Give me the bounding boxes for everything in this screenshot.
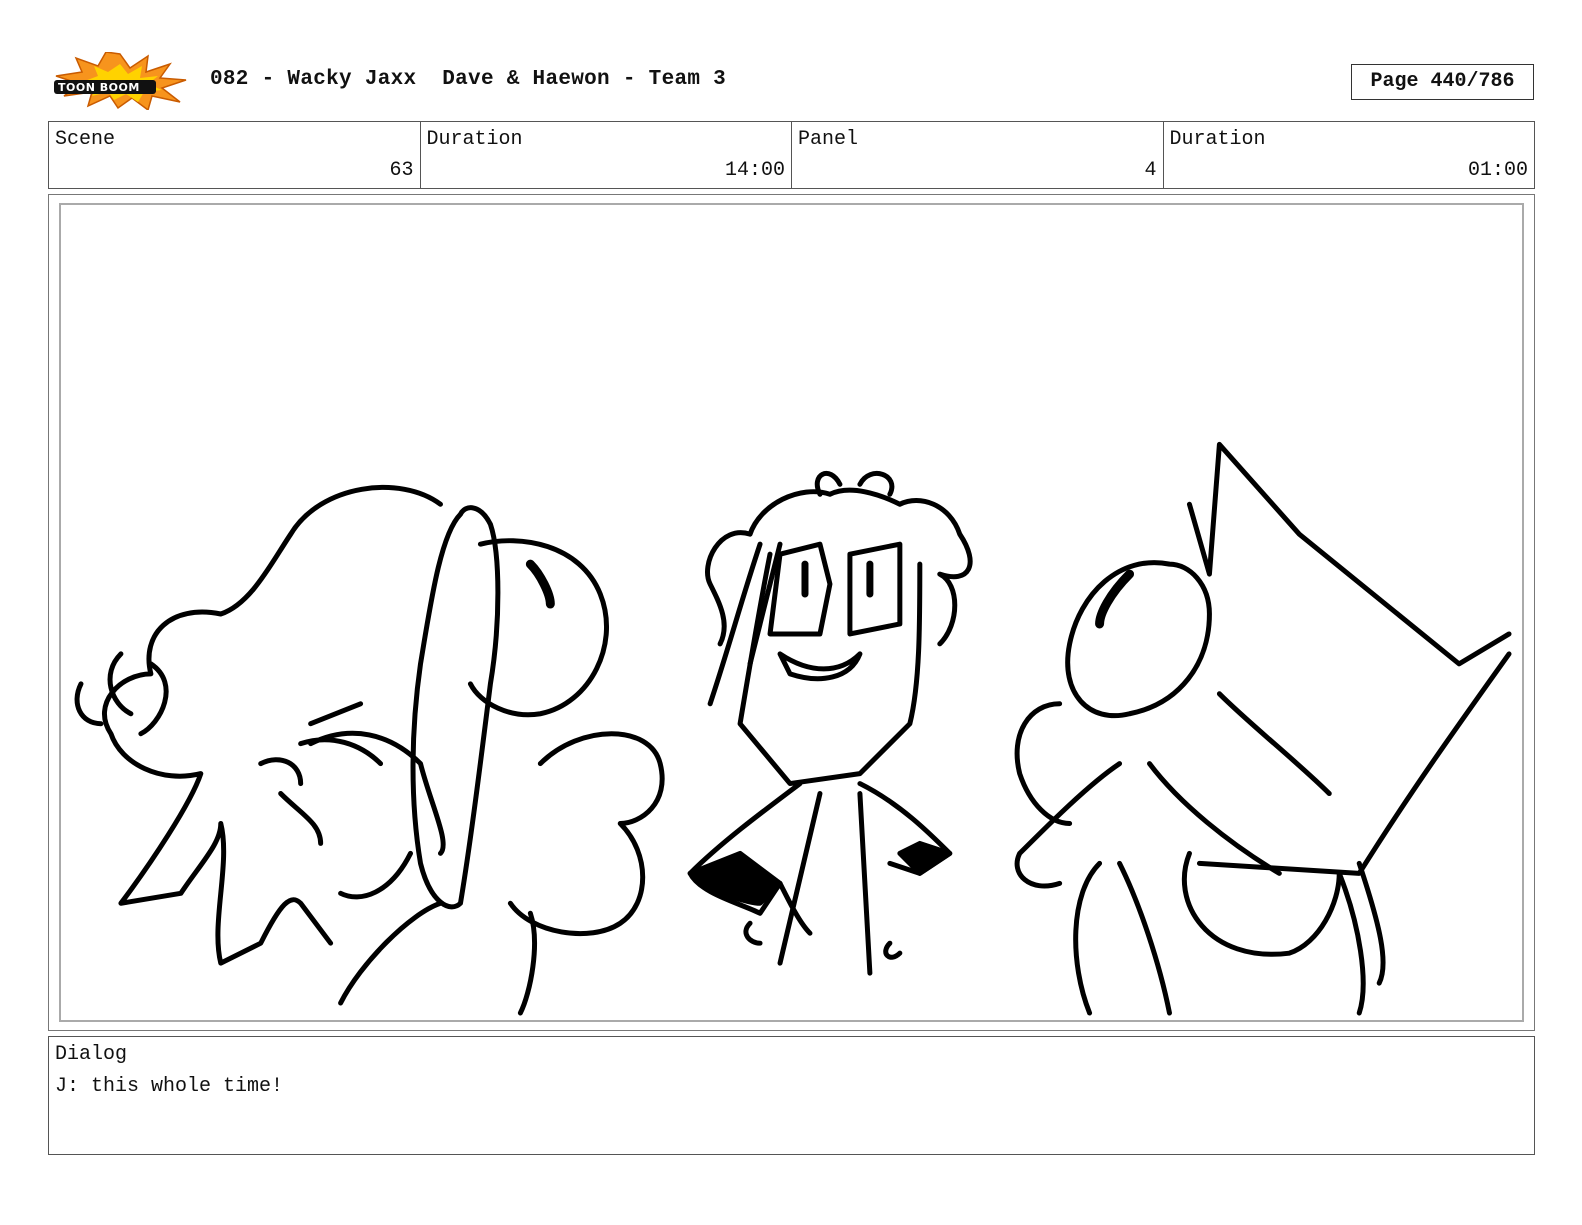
scene-info-row: Scene 63 Duration 14:00 Panel 4 Duration… [48, 121, 1535, 189]
panel-duration-value: 01:00 [1467, 159, 1528, 182]
panel-value: 4 [1144, 159, 1157, 182]
dialog-text: J: this whole time! [55, 1075, 284, 1098]
right-character-head [1065, 560, 1212, 719]
right-character-hat [1186, 441, 1512, 876]
panel-duration-cell: Duration 01:00 [1164, 122, 1535, 188]
panel-duration-label: Duration [1169, 128, 1266, 151]
dialog-box: Dialog J: this whole time! [48, 1036, 1535, 1155]
scene-duration-label: Duration [426, 128, 523, 151]
panel-cell: Panel 4 [792, 122, 1164, 188]
sketch-drawing [74, 441, 1512, 1016]
dialog-label: Dialog [55, 1043, 128, 1066]
logo-burst-icon: TOON BOOM [54, 51, 187, 112]
scene-duration-cell: Duration 14:00 [421, 122, 792, 188]
page-indicator: Page 440/786 [1351, 64, 1534, 100]
scene-cell: Scene 63 [49, 122, 421, 188]
storyboard-title: 082 - Wacky Jaxx Dave & Haewon - Team 3 [210, 68, 727, 91]
storyboard-panel-frame [48, 194, 1535, 1031]
scene-label: Scene [55, 128, 116, 151]
left-character-head [410, 505, 501, 910]
toonboom-logo: TOON BOOM [52, 51, 188, 112]
scene-duration-value: 14:00 [724, 159, 785, 182]
panel-label: Panel [798, 128, 859, 151]
storyboard-panel-drawing [59, 203, 1524, 1022]
svg-text:TOON BOOM: TOON BOOM [58, 81, 140, 94]
scene-value: 63 [389, 159, 414, 182]
